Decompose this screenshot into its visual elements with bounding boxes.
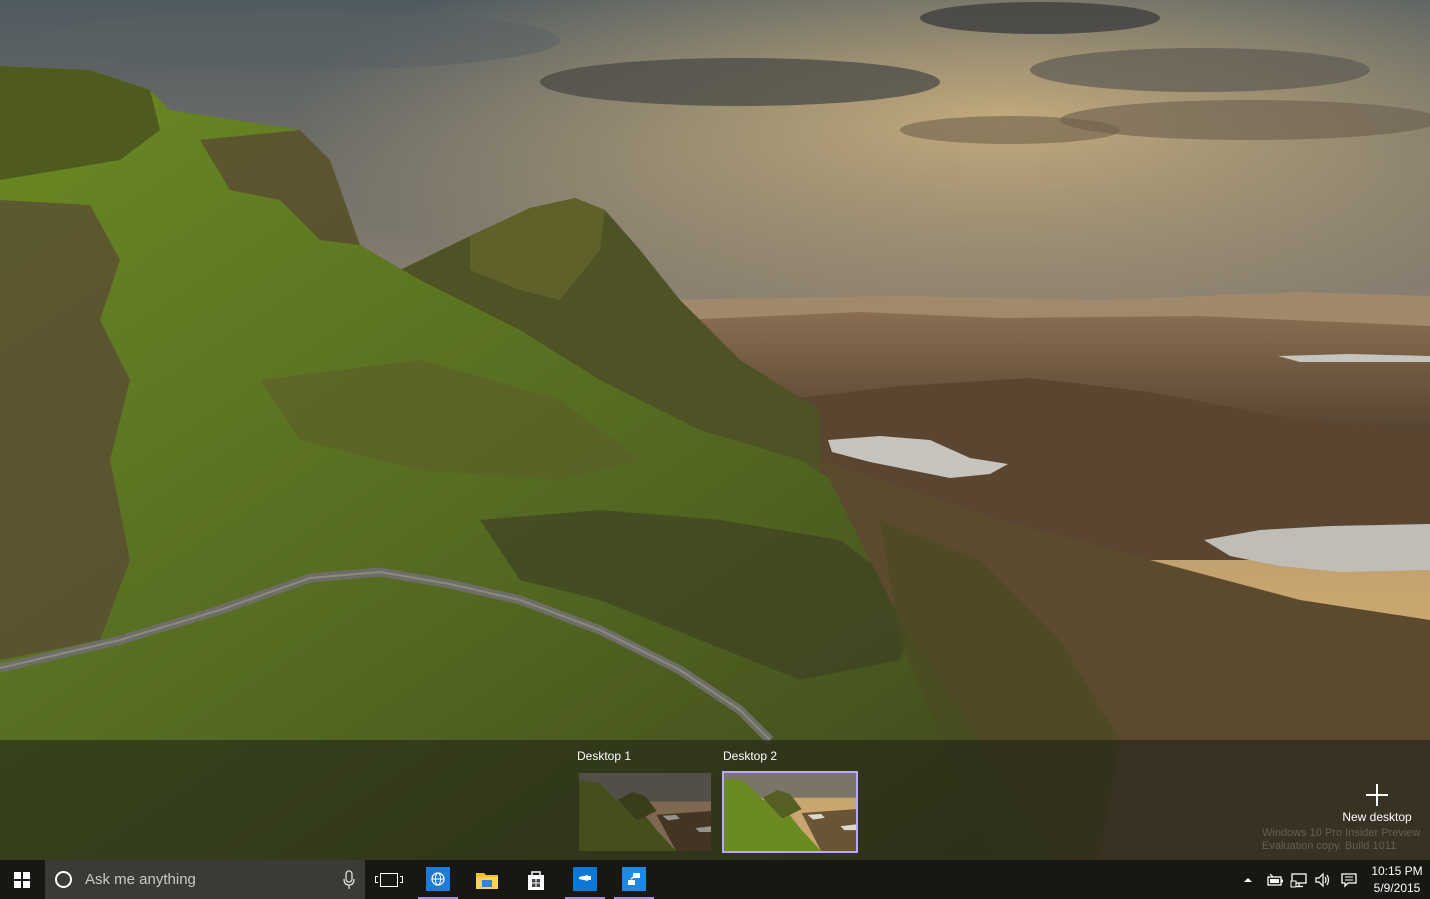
desktop-2-label: Desktop 2 (723, 749, 778, 763)
desktop-1-thumbnail-image (579, 773, 711, 851)
shopping-bag-icon (528, 870, 544, 890)
new-desktop-label: New desktop (1342, 810, 1412, 824)
plus-icon (1366, 784, 1388, 806)
clock-date: 5/9/2015 (1373, 881, 1421, 895)
taskbar-app-blue[interactable] (565, 860, 605, 899)
action-center-icon[interactable] (1340, 871, 1358, 889)
taskbar-app-browser[interactable] (418, 860, 458, 899)
search-input[interactable] (83, 870, 327, 889)
task-view-strip: Desktop 1 Desktop 2 New desktop (0, 740, 1430, 860)
desktop-2-thumbnail[interactable] (722, 771, 858, 853)
build-watermark: Windows 10 Pro Insider Preview Evaluatio… (1262, 827, 1430, 853)
screen-icon (573, 866, 597, 891)
desktop-2-thumbnail-image (724, 773, 856, 851)
watermark-line-1: Windows 10 Pro Insider Preview (1262, 827, 1421, 839)
taskbar: 10:15 PM 5/9/2015 (0, 860, 1430, 899)
watermark-line-2: Evaluation copy. Build 1011 (1262, 840, 1397, 852)
new-desktop-button[interactable]: New desktop (1332, 784, 1422, 828)
clock-time: 10:15 PM (1371, 864, 1423, 878)
battery-power-icon[interactable] (1266, 871, 1284, 889)
desktop-1-thumbnail[interactable] (577, 771, 713, 853)
clock[interactable]: 10:15 PM 5/9/2015 (1368, 863, 1426, 897)
task-view-icon (375, 872, 403, 887)
desktop-1-label: Desktop 1 (577, 749, 632, 763)
taskbar-app-store[interactable] (516, 860, 556, 899)
folder-icon (476, 872, 498, 889)
cortana-search-box[interactable] (45, 860, 365, 899)
volume-icon[interactable] (1314, 871, 1332, 889)
taskbar-app-remote[interactable] (614, 860, 654, 899)
globe-icon (426, 866, 450, 891)
windows-logo-icon (14, 871, 30, 888)
desktop-wallpaper (0, 0, 1430, 860)
task-view-button[interactable] (369, 860, 409, 899)
start-button[interactable] (0, 860, 44, 899)
microphone-icon[interactable] (343, 870, 355, 890)
cortana-icon (55, 871, 72, 888)
taskbar-app-file-explorer[interactable] (467, 860, 507, 899)
remote-icon (622, 866, 646, 891)
network-icon[interactable] (1290, 871, 1308, 889)
show-hidden-icons-chevron-up-icon[interactable] (1243, 871, 1253, 889)
